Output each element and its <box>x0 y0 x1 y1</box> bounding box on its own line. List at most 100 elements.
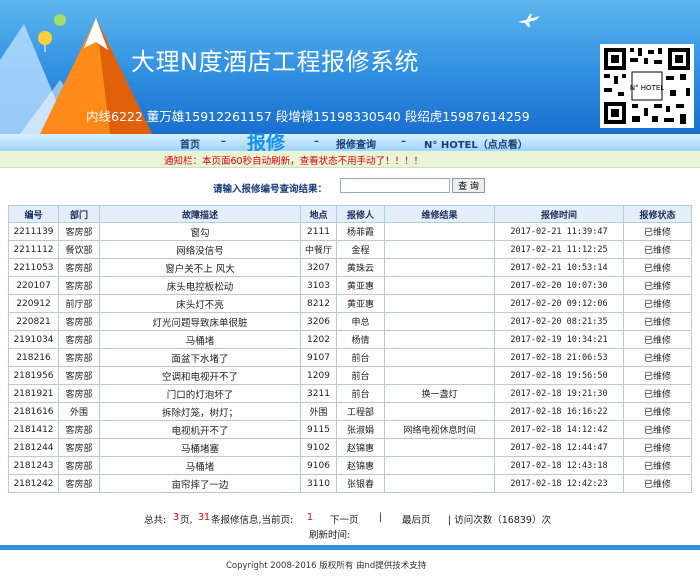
cell-result <box>384 330 495 349</box>
cell-location: 3211 <box>300 384 337 403</box>
table-row: 220821 客房部 灯光问题导致床单很脏 3206 申总 2017-02-20 08:2… <box>8 312 692 331</box>
pager-records: 31 <box>198 512 211 523</box>
cell-location: 3207 <box>300 258 337 277</box>
qr-code-image: N° HOTEL <box>600 44 694 128</box>
cell-location: 3110 <box>300 474 337 493</box>
header-banner: 大理N度酒店工程报修系统 内线6222 董万雄15912261157 段增禄15… <box>0 0 700 134</box>
cell-result <box>384 312 495 331</box>
cell-reporter: 前台 <box>336 366 385 385</box>
column-header: 地点 <box>300 205 337 223</box>
nav-query[interactable]: 报修查询 <box>336 136 376 151</box>
pager-last-link[interactable]: 最后页 <box>402 512 431 526</box>
cell-status: 已维修 <box>623 258 692 277</box>
cell-reporter: 金程 <box>336 240 385 259</box>
column-header: 报修人 <box>336 205 385 223</box>
cell-id: 2181243 <box>8 456 59 475</box>
cell-time: 2017-02-18 12:44:47 <box>494 438 624 457</box>
cell-location: 外围 <box>300 402 337 421</box>
cell-id: 2191034 <box>8 330 59 349</box>
notice-text: 通知栏：本页面60秒自动刷新，查看状态不用手动了！！！！ <box>164 156 424 167</box>
search-input[interactable] <box>340 178 450 193</box>
cell-time: 2017-02-20 08:21:35 <box>494 312 624 331</box>
cell-result <box>384 222 495 241</box>
nav-hotel[interactable]: N° HOTEL（点点看） <box>424 136 528 151</box>
cell-id: 2181242 <box>8 474 59 493</box>
footer: Copyright 2008-2016 版权所有 由nd提供技术支持 <box>0 550 700 583</box>
cell-result <box>384 348 495 367</box>
cell-id: 2181921 <box>8 384 59 403</box>
cell-department: 客房部 <box>58 222 100 241</box>
qr-logo-text: N° HOTEL <box>630 84 664 92</box>
cell-id: 2181244 <box>8 438 59 457</box>
nav-separator: – <box>314 136 319 147</box>
table-row: 2181921 客房部 门口的灯泡坏了 3211 前台 换一盏灯 2017-02-18 19… <box>8 384 692 403</box>
cell-location: 9106 <box>300 456 337 475</box>
table-row: 2211053 客房部 窗户关不上 风大 3207 黄珠云 2017-02-21 10:5… <box>8 258 692 277</box>
cell-reporter: 黄珠云 <box>336 258 385 277</box>
cell-department: 前厅部 <box>58 294 100 313</box>
cell-status: 已维修 <box>623 312 692 331</box>
table-row: 2181412 客房部 电视机开不了 9115 张淑娟 网络电视休息时间 2017-02-1… <box>8 420 692 439</box>
pager-next-link[interactable]: 下一页 <box>330 512 359 526</box>
cell-id: 2181616 <box>8 402 59 421</box>
nav-bar: 首页 – 报修 – 报修查询 – N° HOTEL（点点看） <box>0 132 700 154</box>
table-header-row: 编号 部门 故障描述 地点 报修人 维修结果 报修时间 报修状态 <box>8 205 692 223</box>
cell-status: 已维修 <box>623 366 692 385</box>
cell-time: 2017-02-20 09:12:06 <box>494 294 624 313</box>
cell-id: 2211053 <box>8 258 59 277</box>
cell-description: 空调和电视开不了 <box>99 366 301 385</box>
cell-status: 已维修 <box>623 402 692 421</box>
nav-separator: – <box>221 136 226 147</box>
cell-description: 马桶堵 <box>99 456 301 475</box>
notice-bar: 通知栏：本页面60秒自动刷新，查看状态不用手动了！！！！ <box>0 151 700 168</box>
cell-result <box>384 456 495 475</box>
cell-reporter: 前台 <box>336 384 385 403</box>
cell-time: 2017-02-20 10:07:30 <box>494 276 624 295</box>
cell-description: 灯光问题导致床单很脏 <box>99 312 301 331</box>
cell-department: 客房部 <box>58 438 100 457</box>
cell-id: 2181412 <box>8 420 59 439</box>
cell-reporter: 赵锦惠 <box>336 438 385 457</box>
cell-time: 2017-02-18 12:42:23 <box>494 474 624 493</box>
column-header: 报修时间 <box>494 205 624 223</box>
column-header: 部门 <box>58 205 100 223</box>
cell-time: 2017-02-21 11:39:47 <box>494 222 624 241</box>
cell-department: 餐饮部 <box>58 240 100 259</box>
column-header: 报修状态 <box>623 205 692 223</box>
pagination: 总共: 3 页, 31 条报修信息,当前页: 1 下一页 | 最后页 | 访问次… <box>0 512 700 526</box>
cell-location: 8212 <box>300 294 337 313</box>
cell-result <box>384 240 495 259</box>
cell-department: 客房部 <box>58 276 100 295</box>
cell-location: 9115 <box>300 420 337 439</box>
search-label: 请输入报修编号查询结果： <box>213 184 328 195</box>
cell-description: 面盆下水堵了 <box>99 348 301 367</box>
cell-status: 已维修 <box>623 384 692 403</box>
plane-icon <box>518 14 540 27</box>
cell-location: 9102 <box>300 438 337 457</box>
cell-reporter: 杨菲霞 <box>336 222 385 241</box>
pager-current: 1 <box>307 512 314 523</box>
cell-time: 2017-02-18 12:43:18 <box>494 456 624 475</box>
cell-result <box>384 294 495 313</box>
cell-time: 2017-02-18 19:21:30 <box>494 384 624 403</box>
cell-time: 2017-02-21 10:53:14 <box>494 258 624 277</box>
cell-status: 已维修 <box>623 294 692 313</box>
cell-description: 亩帘摔了一边 <box>99 474 301 493</box>
copyright-text: Copyright 2008-2016 版权所有 由nd提供技术支持 <box>226 561 427 571</box>
table-body: 2211139 客房部 窗勾 2111 杨菲霞 2017-02-21 11:39:47 已维… <box>8 222 692 493</box>
pager-total-label: 总共: <box>144 515 167 526</box>
cell-description: 窗勾 <box>99 222 301 241</box>
repair-table: 编号 部门 故障描述 地点 报修人 维修结果 报修时间 报修状态 2211139… <box>8 205 692 493</box>
cell-status: 已维修 <box>623 474 692 493</box>
cell-result: 网络电视休息时间 <box>384 420 495 439</box>
nav-home[interactable]: 首页 <box>180 136 200 151</box>
cell-id: 220107 <box>8 276 59 295</box>
search-button[interactable]: 查 询 <box>452 178 485 193</box>
cell-department: 外围 <box>58 402 100 421</box>
nav-separator: – <box>401 136 406 147</box>
cell-reporter: 黄亚惠 <box>336 294 385 313</box>
cell-status: 已维修 <box>623 276 692 295</box>
cell-status: 已维修 <box>623 438 692 457</box>
refresh-time-label: 刷新时间: <box>309 530 351 541</box>
cell-location: 1202 <box>300 330 337 349</box>
